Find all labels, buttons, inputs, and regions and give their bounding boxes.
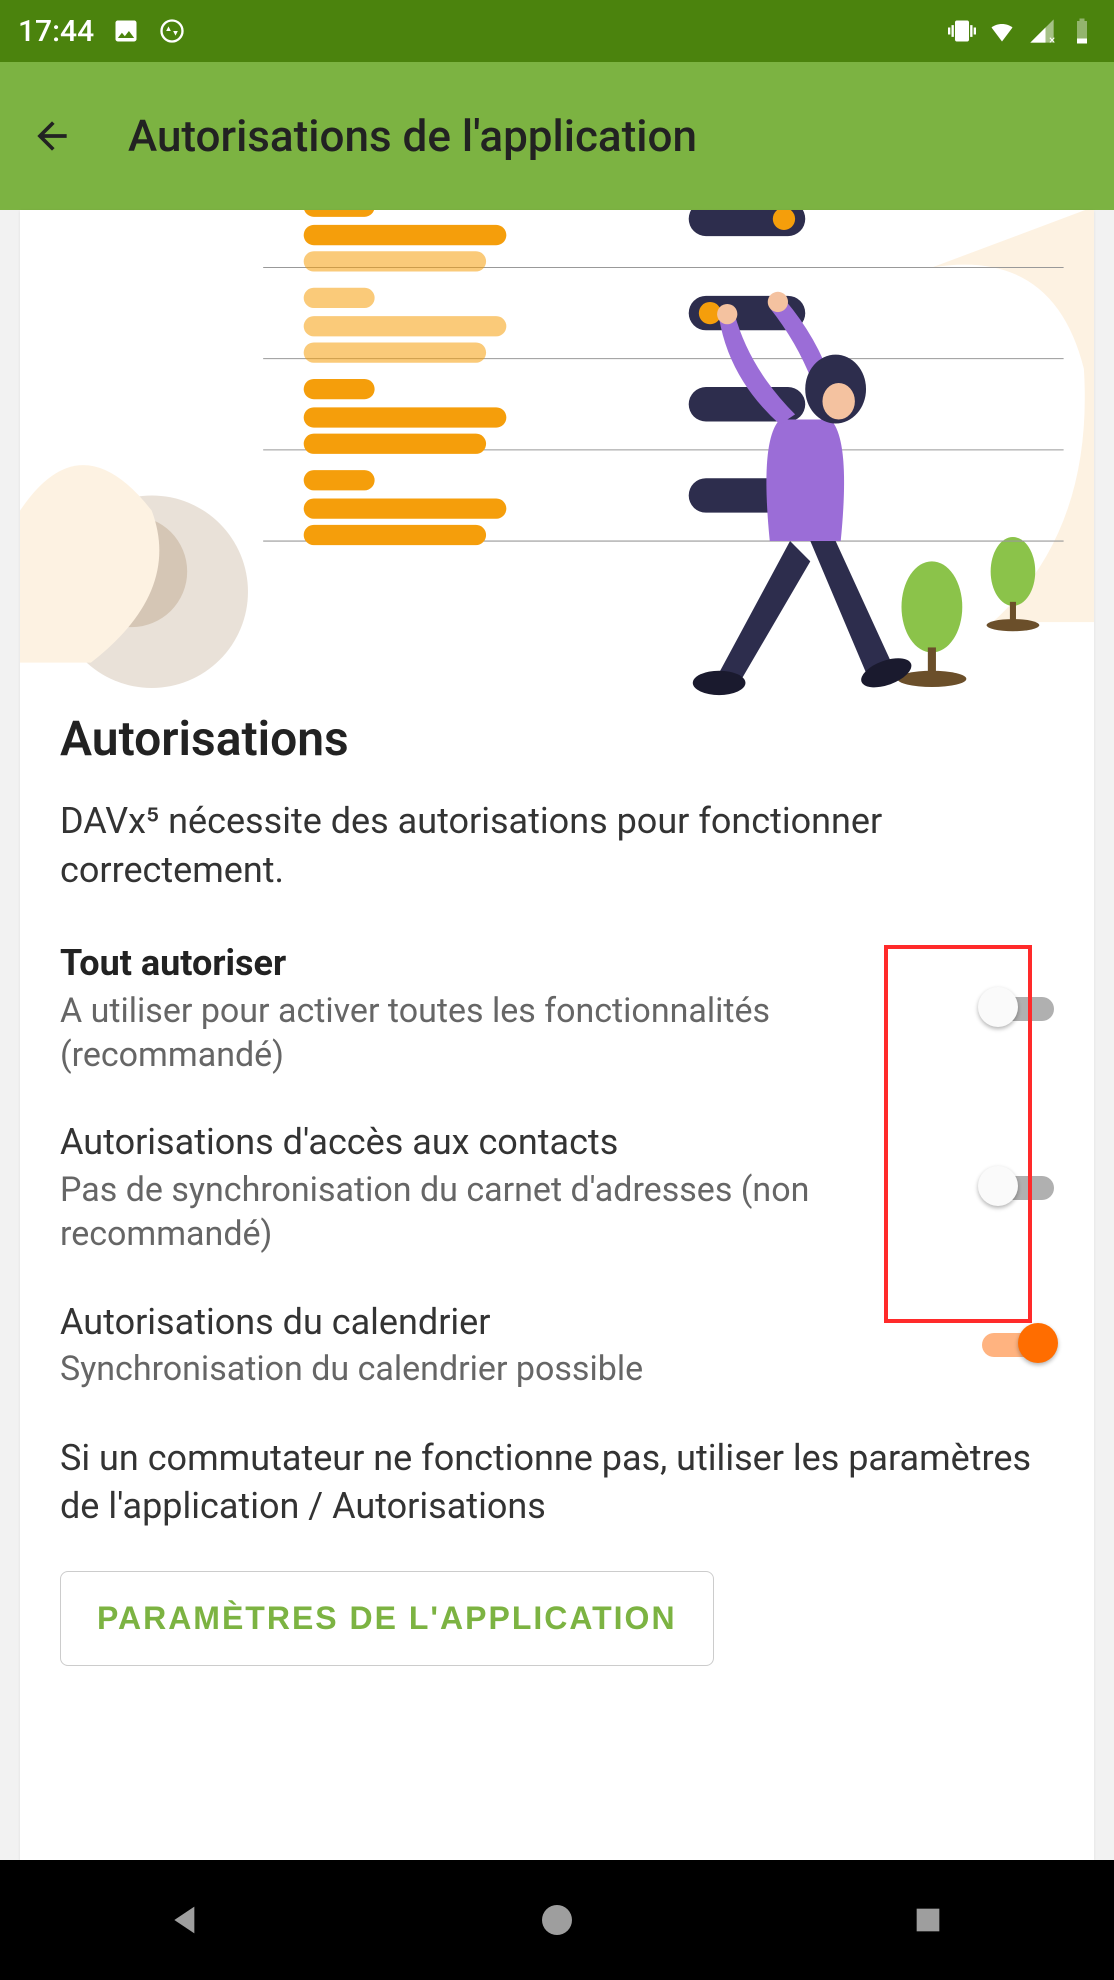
toggle-contacts[interactable] <box>982 1168 1054 1208</box>
app-settings-button[interactable]: PARAMÈTRES DE L'APPLICATION <box>60 1571 714 1666</box>
nav-back[interactable] <box>156 1890 216 1950</box>
wifi-icon <box>988 17 1016 45</box>
triangle-back-icon <box>166 1900 206 1940</box>
app-bar: Autorisations de l'application <box>0 62 1114 210</box>
row-contacts-sub: Pas de synchronisation du carnet d'adres… <box>60 1168 958 1256</box>
status-time: 17:44 <box>18 14 94 49</box>
row-allow-all-title: Tout autoriser <box>60 940 958 987</box>
nav-home[interactable] <box>527 1890 587 1950</box>
row-allow-all: Tout autoriser A utiliser pour activer t… <box>60 940 1054 1077</box>
signal-icon: × <box>1028 17 1056 45</box>
toggle-calendar[interactable] <box>982 1325 1054 1365</box>
card: Autorisations DAVx⁵ nécessite des autori… <box>20 210 1094 1860</box>
circle-home-icon <box>539 1902 575 1938</box>
status-left: 17:44 <box>18 14 186 49</box>
row-calendar-title: Autorisations du calendrier <box>60 1299 958 1346</box>
app-title: Autorisations de l'application <box>128 110 697 162</box>
section-title: Autorisations <box>60 710 1054 767</box>
square-recent-icon <box>911 1903 945 1937</box>
sync-icon <box>158 17 186 45</box>
hint-text: Si un commutateur ne fonctionne pas, uti… <box>60 1434 1054 1531</box>
row-contacts: Autorisations d'accès aux contacts Pas d… <box>60 1119 1054 1256</box>
row-calendar-sub: Synchronisation du calendrier possible <box>60 1347 958 1391</box>
battery-icon <box>1068 17 1096 45</box>
section-description: DAVx⁵ nécessite des autorisations pour f… <box>60 797 1054 894</box>
navigation-bar <box>0 1860 1114 1980</box>
image-icon <box>112 17 140 45</box>
row-contacts-title: Autorisations d'accès aux contacts <box>60 1119 958 1166</box>
status-right: × <box>948 17 1096 45</box>
toggle-allow-all[interactable] <box>982 989 1054 1029</box>
arrow-back-icon <box>30 114 74 158</box>
row-calendar: Autorisations du calendrier Synchronisat… <box>60 1299 1054 1392</box>
row-allow-all-sub: A utiliser pour activer toutes les fonct… <box>60 989 958 1077</box>
permissions-illustration <box>20 210 1094 710</box>
back-button[interactable] <box>24 108 80 164</box>
nav-recent[interactable] <box>898 1890 958 1950</box>
vibrate-icon <box>948 17 976 45</box>
status-bar: 17:44 × <box>0 0 1114 62</box>
svg-text:×: × <box>1049 33 1055 45</box>
content: Autorisations DAVx⁵ nécessite des autori… <box>0 210 1114 1860</box>
